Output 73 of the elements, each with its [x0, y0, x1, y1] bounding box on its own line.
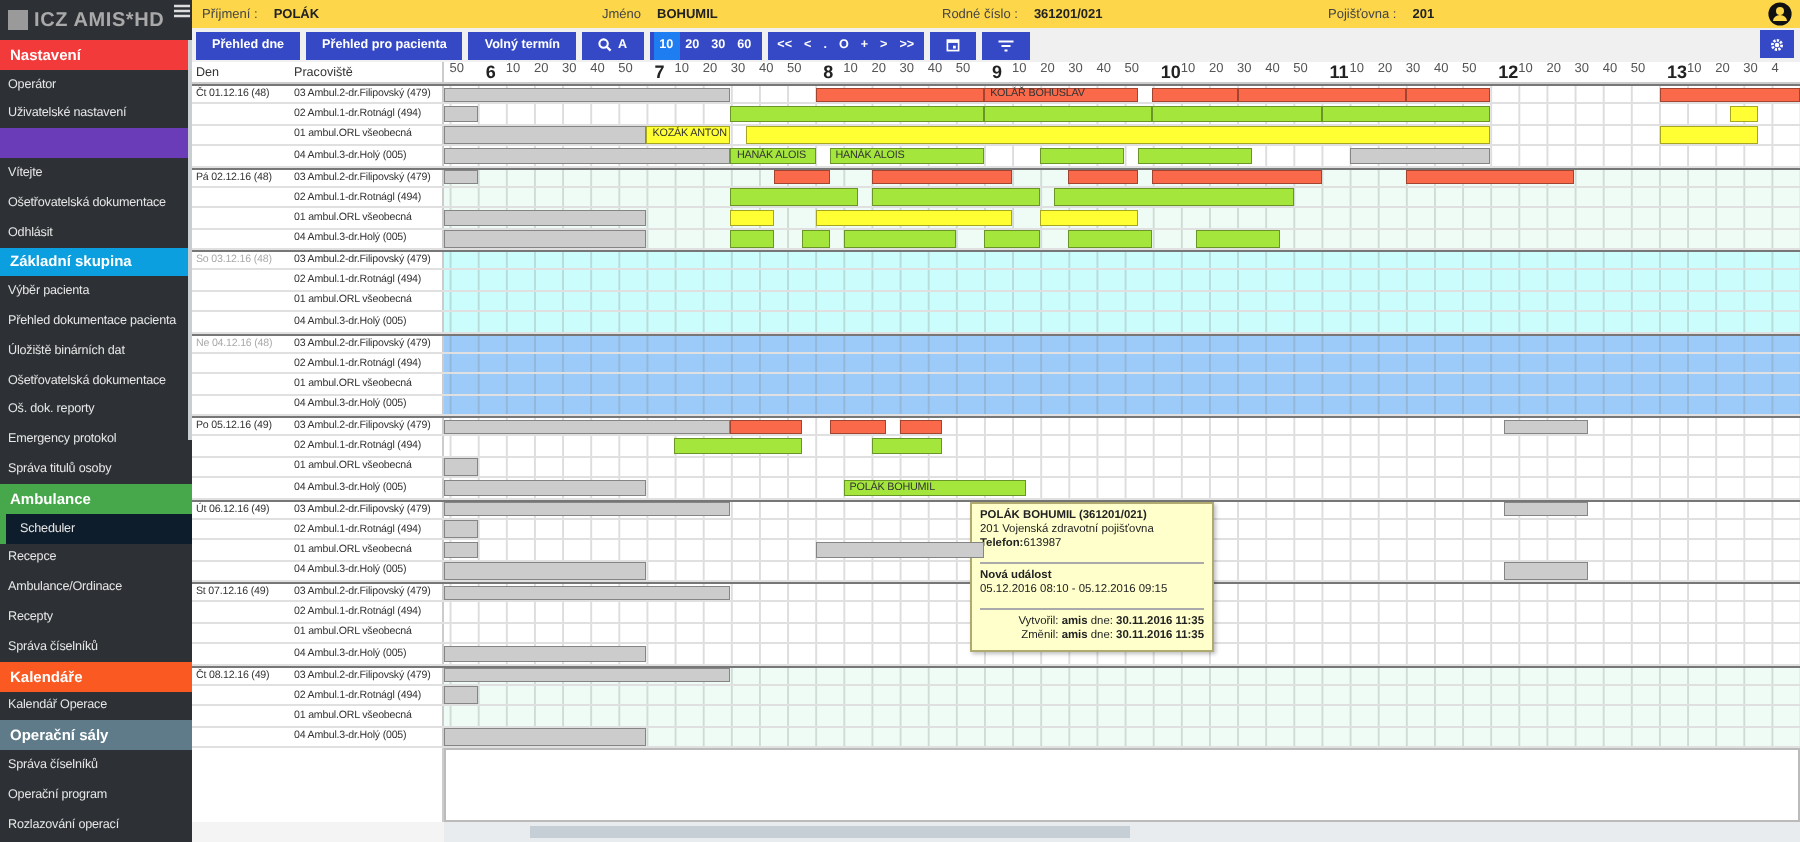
blocked-slot[interactable]	[444, 645, 647, 662]
hour-label: 11	[1327, 62, 1350, 82]
logo-icon	[8, 10, 28, 30]
filter-button[interactable]	[982, 31, 1031, 59]
calendar-icon	[946, 38, 961, 52]
timeline-lane[interactable]	[444, 208, 1800, 228]
appointment-bar[interactable]	[1152, 87, 1238, 102]
scrollbar[interactable]	[444, 822, 1800, 842]
blocked-slot[interactable]	[444, 105, 478, 123]
appointment-bar[interactable]	[829, 419, 886, 434]
appointment-bar[interactable]	[1406, 170, 1575, 185]
hour-label: 7	[652, 62, 667, 82]
appointment-bar[interactable]	[730, 419, 802, 434]
appointment-bar[interactable]	[871, 170, 1013, 185]
blocked-slot[interactable]	[444, 147, 731, 164]
hour-label: 12	[1496, 62, 1519, 82]
settings-icon	[1770, 37, 1784, 51]
appointment-bar[interactable]	[730, 105, 985, 123]
calendar-button[interactable]	[930, 31, 977, 59]
user-icon[interactable]	[1768, 2, 1792, 26]
logo-text: ICZ AMIS*HD	[34, 9, 165, 31]
appointment-bar[interactable]	[984, 105, 1153, 123]
blocked-slot[interactable]	[444, 458, 478, 476]
filter-icon	[998, 39, 1015, 51]
timeline-lane[interactable]	[444, 169, 1800, 186]
blocked-slot[interactable]	[444, 520, 478, 538]
appointment-bar[interactable]	[801, 230, 830, 247]
blocked-slot[interactable]	[1349, 147, 1491, 164]
timeline-lane[interactable]	[444, 667, 1800, 684]
menu-icon[interactable]	[174, 4, 190, 18]
blocked-slot[interactable]	[444, 728, 647, 745]
blocked-slot[interactable]	[444, 502, 731, 517]
hour-label: 10	[1158, 62, 1181, 82]
appointment-bar[interactable]	[674, 437, 802, 455]
appointment-bar[interactable]	[1406, 87, 1491, 102]
hour-label: 9	[989, 62, 1004, 82]
blocked-slot[interactable]	[1504, 562, 1589, 579]
appointment-bar[interactable]	[1068, 170, 1139, 185]
hour-label: 13	[1664, 62, 1688, 82]
appointment-bar[interactable]	[1152, 105, 1322, 123]
appointment-bar[interactable]	[815, 87, 985, 102]
blocked-slot[interactable]	[444, 585, 731, 600]
blocked-slot[interactable]	[444, 668, 731, 683]
hour-label: 6	[483, 62, 498, 82]
appointment-bar[interactable]	[1729, 105, 1758, 123]
blocked-slot[interactable]	[444, 479, 647, 496]
blocked-slot[interactable]	[1504, 502, 1589, 517]
appointment-bar[interactable]	[871, 437, 942, 455]
hour-label: 8	[821, 62, 836, 82]
blocked-slot[interactable]	[444, 541, 478, 559]
timeline-lane[interactable]	[444, 104, 1800, 124]
search-icon	[598, 38, 613, 52]
blocked-slot[interactable]	[444, 209, 647, 227]
scrollbar[interactable]	[188, 40, 192, 440]
timeline-lane[interactable]	[444, 335, 1800, 352]
appointment-bar[interactable]	[1138, 147, 1252, 164]
appointment-bar[interactable]	[1321, 105, 1491, 123]
appointment-bar[interactable]	[1152, 170, 1322, 185]
blocked-slot[interactable]	[444, 126, 647, 144]
blocked-slot[interactable]	[444, 230, 647, 247]
appointment-bar[interactable]	[1659, 87, 1800, 102]
timeline-lane[interactable]	[444, 418, 1800, 435]
appointment-bar[interactable]	[1040, 147, 1125, 164]
appointment-bar[interactable]	[899, 419, 942, 434]
blocked-slot[interactable]	[444, 686, 478, 704]
settings-button[interactable]	[1760, 30, 1794, 58]
blocked-slot[interactable]	[444, 419, 731, 434]
appointment-bar[interactable]	[1237, 87, 1407, 102]
blocked-slot[interactable]	[444, 87, 731, 102]
blocked-slot[interactable]	[1504, 419, 1589, 434]
blocked-slot[interactable]	[444, 170, 478, 185]
appointment-bar[interactable]	[773, 170, 830, 185]
blocked-slot[interactable]	[444, 562, 647, 579]
